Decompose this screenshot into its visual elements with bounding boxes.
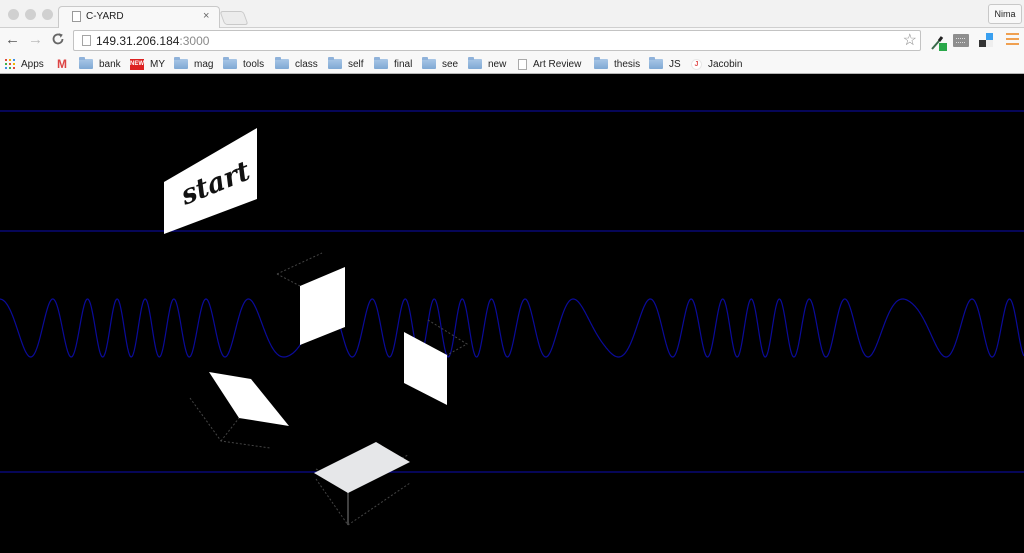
blocks-extension-icon[interactable] bbox=[979, 33, 993, 47]
new-tab-button[interactable] bbox=[219, 11, 249, 25]
new-badge-icon: NEW bbox=[130, 58, 144, 70]
bookmark-tools[interactable]: tools bbox=[223, 57, 264, 71]
bookmark-gmail[interactable]: M bbox=[57, 57, 75, 71]
folder-icon bbox=[468, 57, 482, 69]
block-4-top-face bbox=[314, 442, 410, 493]
address-bar[interactable]: 149.31.206.184:3000 ☆ bbox=[73, 30, 921, 51]
block-3-face bbox=[209, 372, 289, 426]
bookmark-bank[interactable]: bank bbox=[79, 57, 121, 71]
tab-title: C-YARD bbox=[86, 11, 124, 22]
folder-icon bbox=[374, 57, 388, 69]
apps-grid-icon bbox=[5, 59, 15, 69]
block-2-face bbox=[404, 332, 447, 405]
profile-button[interactable]: Nima bbox=[988, 4, 1022, 24]
bookmark-final[interactable]: final bbox=[374, 57, 412, 71]
back-button[interactable]: ← bbox=[5, 32, 20, 48]
toolbar: ← → 149.31.206.184:3000 ☆ bbox=[0, 28, 1024, 53]
bookmark-label: thesis bbox=[614, 58, 641, 70]
bookmark-jacobin[interactable]: J Jacobin bbox=[691, 57, 742, 71]
block-3[interactable] bbox=[189, 372, 289, 449]
start-button[interactable]: start bbox=[164, 128, 257, 234]
folder-icon bbox=[223, 57, 237, 69]
tab-close-button[interactable]: × bbox=[203, 10, 209, 22]
bookmark-label: JS bbox=[669, 58, 681, 70]
dotted-edge bbox=[315, 478, 411, 526]
sine-waveform bbox=[0, 298, 1024, 358]
block-1-face bbox=[300, 267, 345, 345]
bookmark-see[interactable]: see bbox=[422, 57, 458, 71]
bookmark-label: see bbox=[442, 58, 459, 70]
bookmark-label: Apps bbox=[21, 58, 44, 70]
url-host: 149.31.206.184 bbox=[96, 34, 180, 48]
bookmark-label: new bbox=[488, 58, 507, 70]
url-port: :3000 bbox=[179, 34, 210, 48]
folder-icon bbox=[275, 57, 289, 69]
close-window-button[interactable] bbox=[8, 9, 19, 20]
folder-icon bbox=[649, 57, 663, 69]
page-icon bbox=[518, 58, 527, 70]
scene-svg: start bbox=[0, 110, 1024, 526]
scene-canvas[interactable]: start bbox=[0, 75, 1024, 553]
bookmark-js[interactable]: JS bbox=[649, 57, 681, 71]
bookmark-my[interactable]: NEW MY bbox=[130, 57, 165, 71]
bookmark-label: bank bbox=[99, 58, 121, 70]
bookmarks-bar: Apps M bank NEW MY mag tools class self … bbox=[0, 53, 1024, 74]
block-1[interactable] bbox=[276, 252, 345, 357]
page-icon bbox=[82, 35, 91, 46]
folder-icon bbox=[328, 57, 342, 69]
folder-icon bbox=[174, 57, 188, 69]
bookmark-star-icon[interactable]: ☆ bbox=[903, 30, 917, 50]
bookmark-apps[interactable]: Apps bbox=[5, 57, 44, 71]
bookmark-self[interactable]: self bbox=[328, 57, 364, 71]
minimize-window-button[interactable] bbox=[25, 9, 36, 20]
bookmark-art-review[interactable]: Art Review bbox=[518, 57, 581, 71]
jacobin-icon: J bbox=[691, 58, 702, 70]
dotted-edge bbox=[276, 356, 277, 357]
chrome-menu-button[interactable] bbox=[1006, 33, 1019, 45]
bookmark-class[interactable]: class bbox=[275, 57, 318, 71]
folder-icon bbox=[594, 57, 608, 69]
bookmark-label: class bbox=[295, 58, 318, 70]
page-icon bbox=[72, 11, 81, 22]
bookmark-label: self bbox=[348, 58, 364, 70]
bookmark-label: mag bbox=[194, 58, 214, 70]
reload-button[interactable] bbox=[51, 32, 65, 49]
bookmark-mag[interactable]: mag bbox=[174, 57, 213, 71]
folder-icon bbox=[79, 57, 93, 69]
bookmark-label: Jacobin bbox=[708, 58, 743, 70]
title-bar: C-YARD × Nima bbox=[0, 0, 1024, 29]
tab-c-yard[interactable] bbox=[58, 6, 220, 29]
zoom-window-button[interactable] bbox=[42, 9, 53, 20]
gmail-icon: M bbox=[57, 57, 67, 71]
reload-icon bbox=[52, 33, 64, 45]
bookmark-label: Art Review bbox=[533, 58, 582, 70]
block-4[interactable] bbox=[314, 442, 411, 526]
url-text[interactable]: 149.31.206.184:3000 bbox=[96, 34, 209, 48]
bookmark-label: tools bbox=[243, 58, 265, 70]
keyboard-extension-icon[interactable] bbox=[953, 34, 969, 47]
bookmark-label: MY bbox=[150, 58, 165, 70]
bookmark-label: final bbox=[394, 58, 413, 70]
bookmark-thesis[interactable]: thesis bbox=[594, 57, 640, 71]
eyedropper-extension-icon[interactable] bbox=[930, 33, 948, 51]
folder-icon bbox=[422, 57, 436, 69]
forward-button[interactable]: → bbox=[28, 32, 43, 48]
bookmark-new[interactable]: new bbox=[468, 57, 506, 71]
